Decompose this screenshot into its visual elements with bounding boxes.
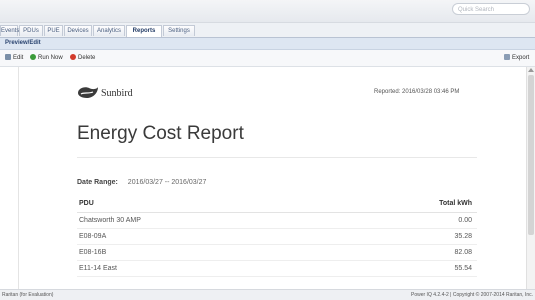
tab-events[interactable]: Events (0, 25, 19, 36)
tab-settings[interactable]: Settings (163, 25, 195, 36)
section-title: Preview/Edit (5, 40, 41, 46)
divider (77, 157, 477, 158)
export-icon (504, 54, 510, 61)
top-bar: Quick Search (0, 0, 535, 23)
cell-pdu: E08-09A (79, 233, 107, 240)
table-row: Chatsworth 30 AMP 0.00 (77, 213, 477, 229)
table-header: PDU Total kWh (77, 195, 477, 213)
tab-devices[interactable]: Devices (64, 25, 92, 36)
tab-pdus[interactable]: PDUs (19, 25, 43, 36)
export-button[interactable]: Export (504, 50, 529, 66)
cell-kwh: 35.28 (454, 233, 472, 240)
edit-button[interactable]: Edit (5, 50, 23, 66)
cell-pdu: Chatsworth 30 AMP (79, 217, 141, 224)
cell-kwh: 82.08 (454, 249, 472, 256)
date-range-label: Date Range: (77, 179, 118, 186)
table-row: E11-14 East 55.54 (77, 261, 477, 277)
column-header-pdu: PDU (79, 200, 94, 207)
cell-pdu: E11-14 East (79, 265, 118, 272)
delete-icon (70, 54, 76, 61)
date-range-value: 2016/03/27 -- 2016/03/27 (127, 179, 207, 186)
delete-button[interactable]: Delete (70, 50, 95, 66)
search-input[interactable]: Quick Search (452, 3, 530, 15)
cell-pdu: E08-16B (79, 249, 107, 256)
report-preview: Sunbird Reported: 2016/03/28 03:46 PM En… (18, 67, 531, 289)
section-header: Preview/Edit (0, 38, 535, 50)
edit-label: Edit (13, 55, 24, 61)
report-table: PDU Total kWh Chatsworth 30 AMP 0.00 E08… (77, 195, 477, 277)
delete-label: Delete (78, 55, 96, 61)
date-range: Date Range: 2016/03/27 -- 2016/03/27 (77, 179, 206, 186)
report-title: Energy Cost Report (77, 123, 244, 144)
run-icon (30, 54, 36, 61)
toolbar: Edit Run Now Delete Export (0, 50, 535, 67)
sunbird-logo-icon (78, 87, 98, 98)
tab-bar: Events PDUs PUE Devices Analytics Report… (0, 23, 535, 38)
reported-timestamp: Reported: 2016/03/28 03:46 PM (374, 89, 460, 95)
run-now-button[interactable]: Run Now (30, 50, 63, 66)
column-header-total-kwh: Total kWh (439, 200, 472, 207)
table-row: E08-09A 35.28 (77, 229, 477, 245)
tab-pue[interactable]: PUE (44, 25, 63, 36)
scrollbar-thumb[interactable] (528, 75, 534, 235)
edit-icon (5, 54, 11, 61)
cell-kwh: 55.54 (454, 265, 472, 272)
footer: Raritan (for Evaluation) Power IQ 4.2.4-… (0, 289, 535, 300)
run-now-label: Run Now (38, 55, 63, 61)
vertical-scrollbar[interactable] (526, 67, 535, 289)
brand-name: Sunbird (101, 88, 133, 99)
tab-reports[interactable]: Reports (126, 25, 162, 37)
table-row: E08-16B 82.08 (77, 245, 477, 261)
export-label: Export (512, 55, 530, 61)
cell-kwh: 0.00 (458, 217, 472, 224)
tab-analytics[interactable]: Analytics (93, 25, 125, 36)
scroll-up-icon[interactable] (528, 68, 534, 72)
